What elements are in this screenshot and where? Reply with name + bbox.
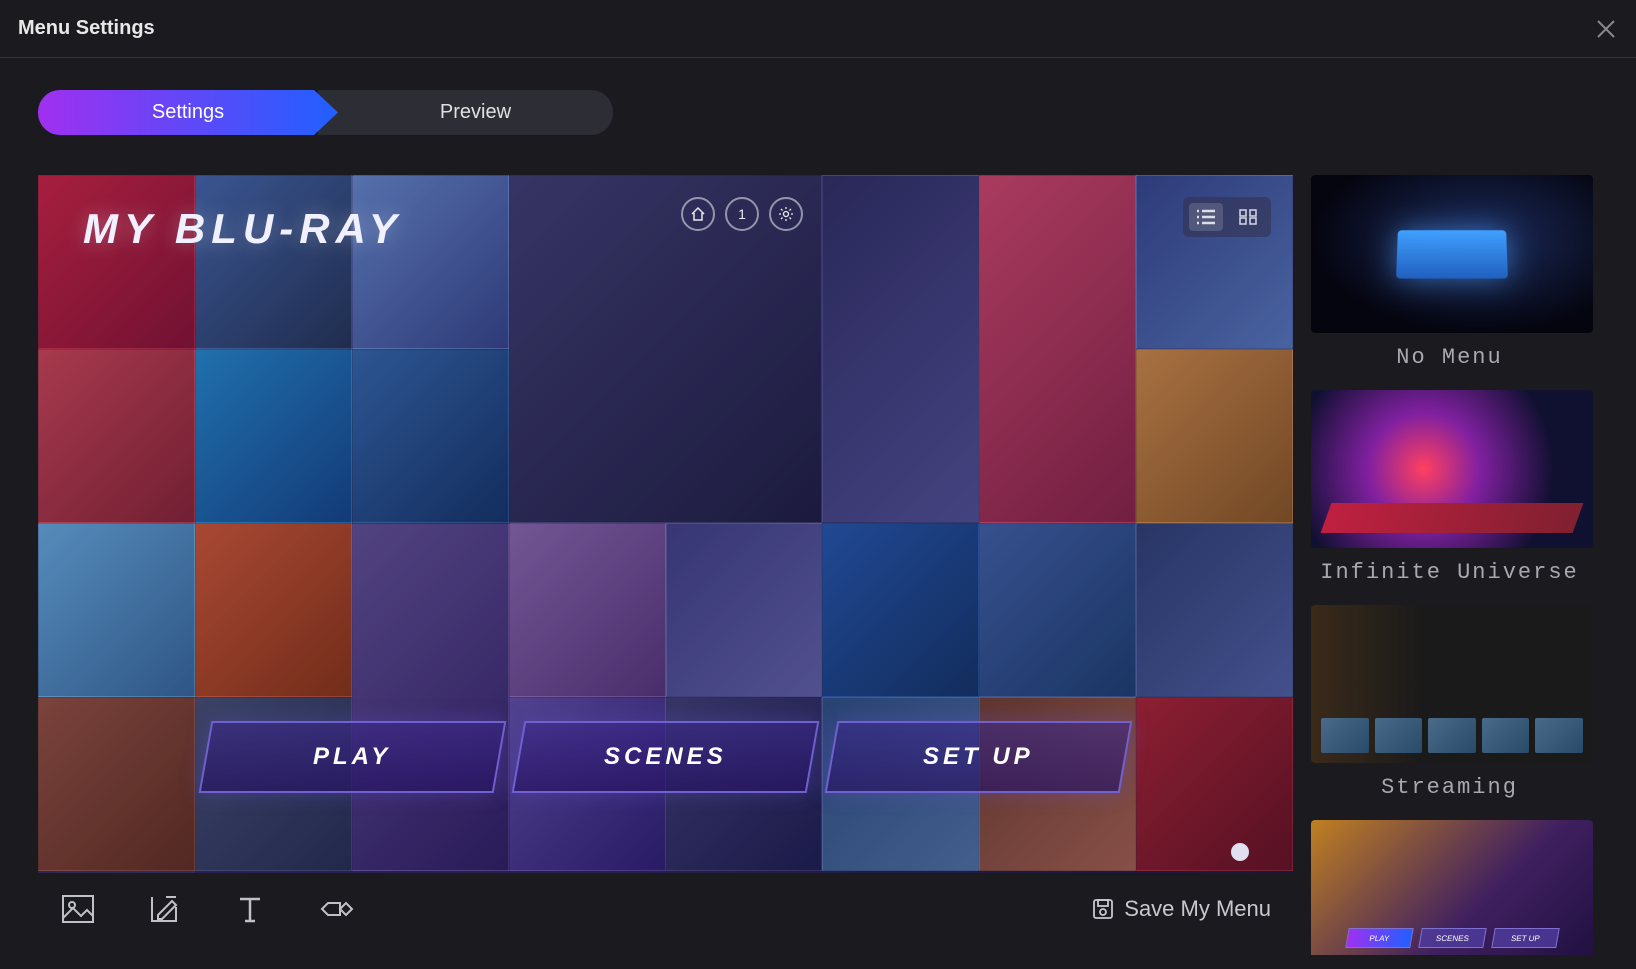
- page-indicator[interactable]: 1: [725, 197, 759, 231]
- template-thumbnail: PLAY SCENES SET UP: [1311, 820, 1593, 955]
- edit-tool[interactable]: [146, 891, 182, 927]
- list-view-button[interactable]: [1189, 203, 1223, 231]
- template-infinite-universe[interactable]: Infinite Universe: [1311, 390, 1588, 585]
- template-thumbnail: [1311, 390, 1593, 548]
- template-thumbnail: [1311, 175, 1593, 333]
- template-thumbnail: [1311, 605, 1593, 763]
- home-icon-button[interactable]: [681, 197, 715, 231]
- tab-preview[interactable]: Preview: [318, 90, 613, 135]
- save-menu-button[interactable]: Save My Menu: [1092, 896, 1271, 922]
- grid-view-button[interactable]: [1231, 203, 1265, 231]
- view-toggle: [1183, 197, 1271, 237]
- editor-toolbar: Save My Menu: [38, 873, 1293, 945]
- preview-panel: MY BLU-RAY 1: [38, 175, 1293, 955]
- gear-icon: [778, 206, 794, 222]
- template-item-partial[interactable]: PLAY SCENES SET UP: [1311, 820, 1588, 955]
- templates-panel[interactable]: No Menu Infinite Universe Streaming: [1311, 175, 1598, 955]
- image-tool[interactable]: [60, 891, 96, 927]
- close-button[interactable]: [1594, 17, 1618, 41]
- gear-icon-button[interactable]: [769, 197, 803, 231]
- play-button[interactable]: PLAY: [199, 721, 507, 793]
- text-icon: [236, 893, 264, 925]
- scenes-button[interactable]: SCENES: [512, 721, 820, 793]
- template-label: No Menu: [1311, 345, 1588, 370]
- pager-dot[interactable]: [1231, 843, 1249, 861]
- page-title: Menu Settings: [18, 17, 155, 40]
- preview-canvas[interactable]: MY BLU-RAY 1: [38, 175, 1293, 873]
- template-label: Streaming: [1311, 775, 1588, 800]
- template-no-menu[interactable]: No Menu: [1311, 175, 1588, 370]
- disc-title[interactable]: MY BLU-RAY: [83, 205, 403, 253]
- save-icon: [1092, 898, 1114, 920]
- template-streaming[interactable]: Streaming: [1311, 605, 1588, 800]
- tab-settings[interactable]: Settings: [38, 90, 338, 135]
- close-icon: [1597, 20, 1615, 38]
- home-icon: [690, 206, 706, 222]
- text-tool[interactable]: [232, 891, 268, 927]
- shape-tool[interactable]: [318, 891, 354, 927]
- edit-icon: [148, 893, 180, 925]
- tab-bar: Settings Preview: [38, 90, 1598, 135]
- menu-buttons-row: PLAY SCENES SET UP: [38, 721, 1293, 793]
- grid-icon: [1238, 208, 1258, 226]
- save-menu-label: Save My Menu: [1124, 896, 1271, 922]
- image-icon: [61, 894, 95, 924]
- shape-icon: [318, 895, 354, 923]
- top-navigation-icons: 1: [681, 197, 803, 231]
- setup-button[interactable]: SET UP: [825, 721, 1133, 793]
- list-icon: [1195, 208, 1217, 226]
- template-label: Infinite Universe: [1311, 560, 1588, 585]
- header-bar: Menu Settings: [0, 0, 1636, 58]
